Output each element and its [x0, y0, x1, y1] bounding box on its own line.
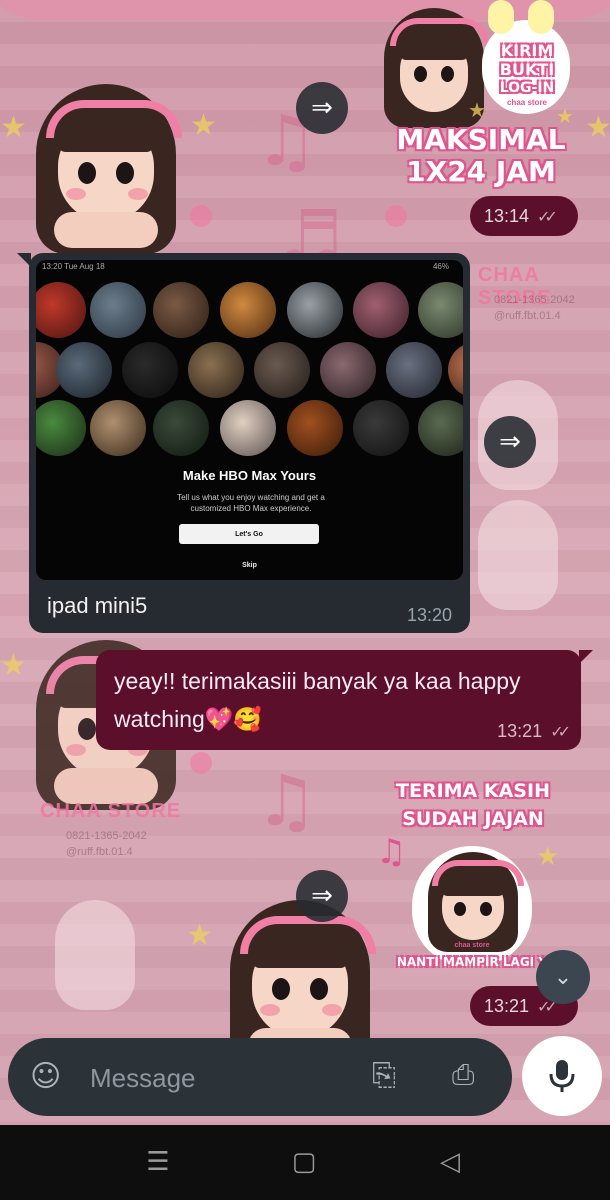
poster-thumbnail [287, 282, 343, 338]
message-timestamp: 13:21 ✓✓ [497, 721, 571, 742]
music-note-icon: ♫ [255, 760, 318, 842]
forward-icon[interactable]: ⇒ [484, 416, 536, 468]
poster-thumbnail [448, 342, 463, 398]
star-icon: ★ [0, 648, 27, 683]
forward-icon[interactable]: ⇒ [296, 870, 348, 922]
wallpaper-store-handle: @ruff.fbt.01.4 [494, 310, 561, 322]
screenshot-status-time: 13:20 Tue Aug 18 [42, 262, 105, 271]
poster-thumbnail [353, 282, 409, 338]
screenshot-title: Make HBO Max Yours [182, 468, 317, 483]
time-label: 13:21 [497, 721, 543, 741]
home-icon[interactable]: ▢ [284, 1147, 324, 1179]
message-text: yeay!! terimakasiii banyak ya kaa happy … [114, 668, 521, 732]
poster-thumbnail [56, 342, 112, 398]
screenshot-subtitle: Tell us what you enjoy watching and get … [177, 493, 325, 513]
sticker-text: LOG-IN [499, 80, 555, 96]
sticker-text: 1X24 JAM [406, 155, 556, 188]
poster-thumbnail [122, 342, 178, 398]
sticker-text: SUDAH JAJAN [402, 808, 544, 830]
wallpaper-store-name: CHAA STORE [40, 800, 182, 822]
message-composer: ☺ ⎘ ⎙ [8, 1038, 512, 1116]
screenshot-skip-link: Skip [242, 562, 257, 569]
sticker-kirim-bukti[interactable]: ★ ★ KIRIM BUKTI LOG-IN chaa store MAKSIM… [372, 0, 590, 196]
screenshot-battery: 46% [432, 262, 449, 271]
star-icon: ★ [536, 842, 560, 872]
screenshot-status-bar: 13:20 Tue Aug 18 46% [36, 260, 463, 274]
sticker-brand: chaa store [454, 942, 490, 949]
wallpaper-dot [190, 205, 212, 227]
double-check-icon: ✓✓ [550, 722, 571, 741]
wallpaper-girl-illustration [36, 84, 182, 254]
poster-thumbnail [220, 282, 276, 338]
poster-thumbnail [418, 400, 463, 456]
sticker-text: BUKTI [499, 60, 555, 79]
sticker-text: MAKSIMAL [396, 123, 566, 156]
paperclip-icon[interactable]: ⎘ [372, 1058, 396, 1093]
outgoing-message-bubble[interactable]: yeay!! terimakasiii banyak ya kaa happy … [96, 650, 593, 750]
poster-thumbnail [220, 400, 276, 456]
camera-icon[interactable]: ⎙ [452, 1058, 474, 1092]
message-timestamp: 13:20 [406, 605, 452, 625]
bunny-ear [528, 0, 554, 34]
poster-thumbnail [188, 342, 244, 398]
message-input[interactable] [88, 1056, 362, 1100]
incoming-message-bubble[interactable]: 13:20 Tue Aug 18 46% Make HBO Max Yours … [17, 253, 470, 633]
music-note-icon: ♫ [376, 832, 407, 872]
sticker-icon[interactable]: ☺ [30, 1060, 64, 1094]
forward-icon[interactable]: ⇒ [296, 82, 348, 134]
recent-apps-icon[interactable]: ☰ [138, 1147, 178, 1179]
poster-thumbnail [418, 282, 463, 338]
poster-thumbnail [254, 342, 310, 398]
bunny-ear [488, 0, 514, 34]
chevron-double-down-icon[interactable]: ⌄ [536, 950, 590, 1004]
time-label: 13:14 [484, 205, 530, 226]
wallpaper-dot [190, 752, 212, 774]
poster-thumbnail [90, 282, 146, 338]
sticker-text: KIRIM [500, 41, 554, 60]
poster-thumbnail [153, 400, 209, 456]
wallpaper-store-handle: @ruff.fbt.01.4 [66, 846, 133, 858]
star-icon: ★ [0, 110, 27, 145]
poster-thumbnail [153, 282, 209, 338]
sticker-brand: chaa store [506, 98, 548, 107]
double-check-icon: ✓✓ [537, 206, 558, 226]
system-navigation-bar: ☰ ▢ ◁ [0, 1125, 610, 1200]
message-timestamp: 13:14 ✓✓ [470, 196, 578, 236]
bunny-illustration [55, 900, 135, 1010]
poster-thumbnail [320, 342, 376, 398]
sticker-girl-illustration [428, 852, 524, 952]
poster-thumbnail [386, 342, 442, 398]
wallpaper-store-phone: 0821-1365-2042 [66, 830, 147, 842]
screenshot-lets-go-button: Let's Go [179, 524, 319, 544]
mic-button[interactable] [522, 1036, 602, 1116]
sticker-text: TERIMA KASIH [396, 780, 550, 802]
poster-thumbnail [36, 282, 86, 338]
wallpaper-dot [385, 205, 407, 227]
sticker-terima-kasih[interactable]: TERIMA KASIH SUDAH JAJAN chaa store ★ ♫ … [376, 776, 576, 976]
mic-icon [549, 1060, 575, 1092]
attached-image[interactable]: 13:20 Tue Aug 18 46% Make HBO Max Yours … [36, 260, 463, 580]
message-caption: ipad mini5 [47, 593, 148, 618]
poster-thumbnail [287, 400, 343, 456]
time-label: 13:21 [484, 995, 530, 1016]
back-icon[interactable]: ◁ [430, 1147, 470, 1179]
poster-thumbnail [36, 400, 86, 456]
bunny-illustration [478, 500, 558, 610]
poster-thumbnail [90, 400, 146, 456]
star-icon: ★ [186, 918, 213, 953]
poster-thumbnail [353, 400, 409, 456]
wallpaper-store-phone: 0821-1365-2042 [494, 294, 575, 306]
star-icon: ★ [190, 108, 217, 143]
